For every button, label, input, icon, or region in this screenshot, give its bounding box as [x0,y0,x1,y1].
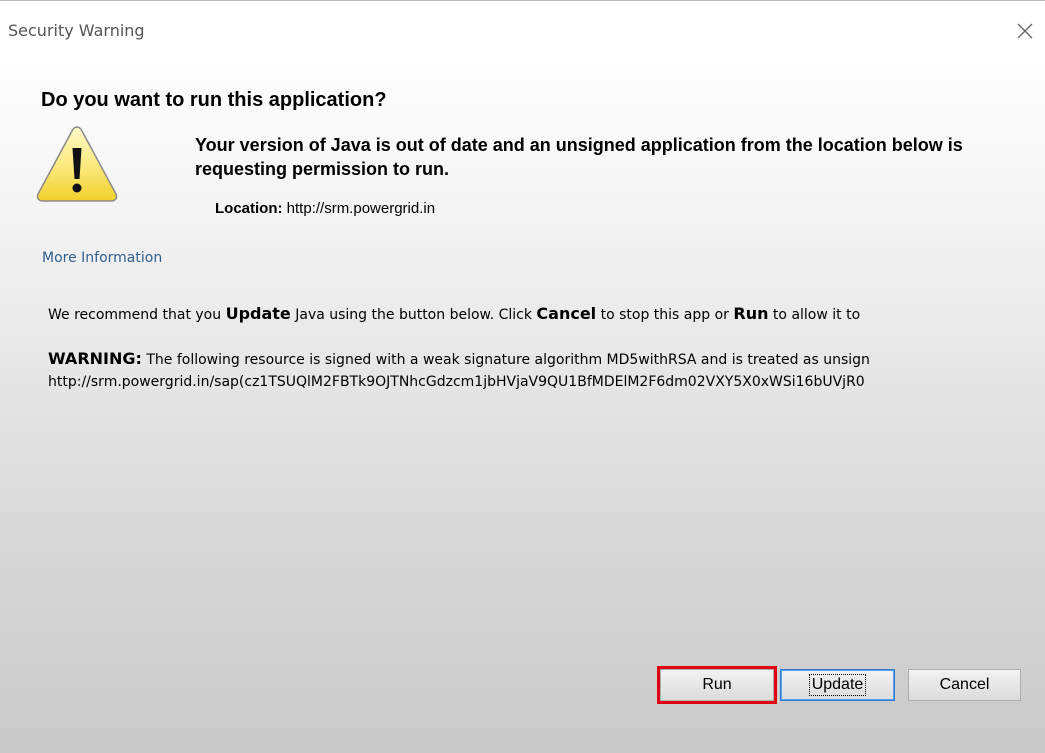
close-icon [1017,23,1033,39]
dialog-description: Your version of Java is out of date and … [195,135,963,179]
run-button[interactable]: Run [657,666,777,704]
dialog-content: Do you want to run this application? You… [0,62,1045,753]
warning-url: http://srm.powergrid.in/sap(cz1TSUQlM2FB… [48,374,865,390]
security-warning-window: Security Warning Do you want to run this… [0,0,1045,753]
recommendation-part3: to stop this app or [596,307,734,323]
warning-label: WARNING: [48,349,142,368]
warning-block: WARNING: The following resource is signe… [48,348,870,393]
window-title: Security Warning [8,21,145,40]
update-button-label: Update [808,674,867,696]
title-bar: Security Warning [0,1,1045,62]
cancel-button-label: Cancel [939,676,990,693]
update-button[interactable]: Update [780,669,895,701]
run-button-label: Run [702,676,732,693]
recommendation-part1: We recommend that you [48,307,226,323]
recommendation-text: We recommend that you Update Java using … [48,304,860,323]
close-button[interactable] [1011,17,1039,45]
warning-triangle-icon [36,126,118,202]
recommendation-run-word: Run [733,304,769,323]
more-information-link[interactable]: More Information [42,250,162,266]
warning-text: The following resource is signed with a … [141,352,870,368]
cancel-button[interactable]: Cancel [908,669,1021,701]
warning-line: WARNING: The following resource is signe… [48,348,870,371]
dialog-heading: Do you want to run this application? [41,89,387,111]
recommendation-cancel-word: Cancel [536,304,597,323]
recommendation-part2: Java using the button below. Click [290,307,537,323]
recommendation-update-word: Update [225,304,291,323]
location-row: Location: http://srm.powergrid.in [215,200,435,217]
location-label: Location: [215,200,283,217]
location-value: http://srm.powergrid.in [286,200,436,217]
recommendation-part4: to allow it to [768,307,861,323]
